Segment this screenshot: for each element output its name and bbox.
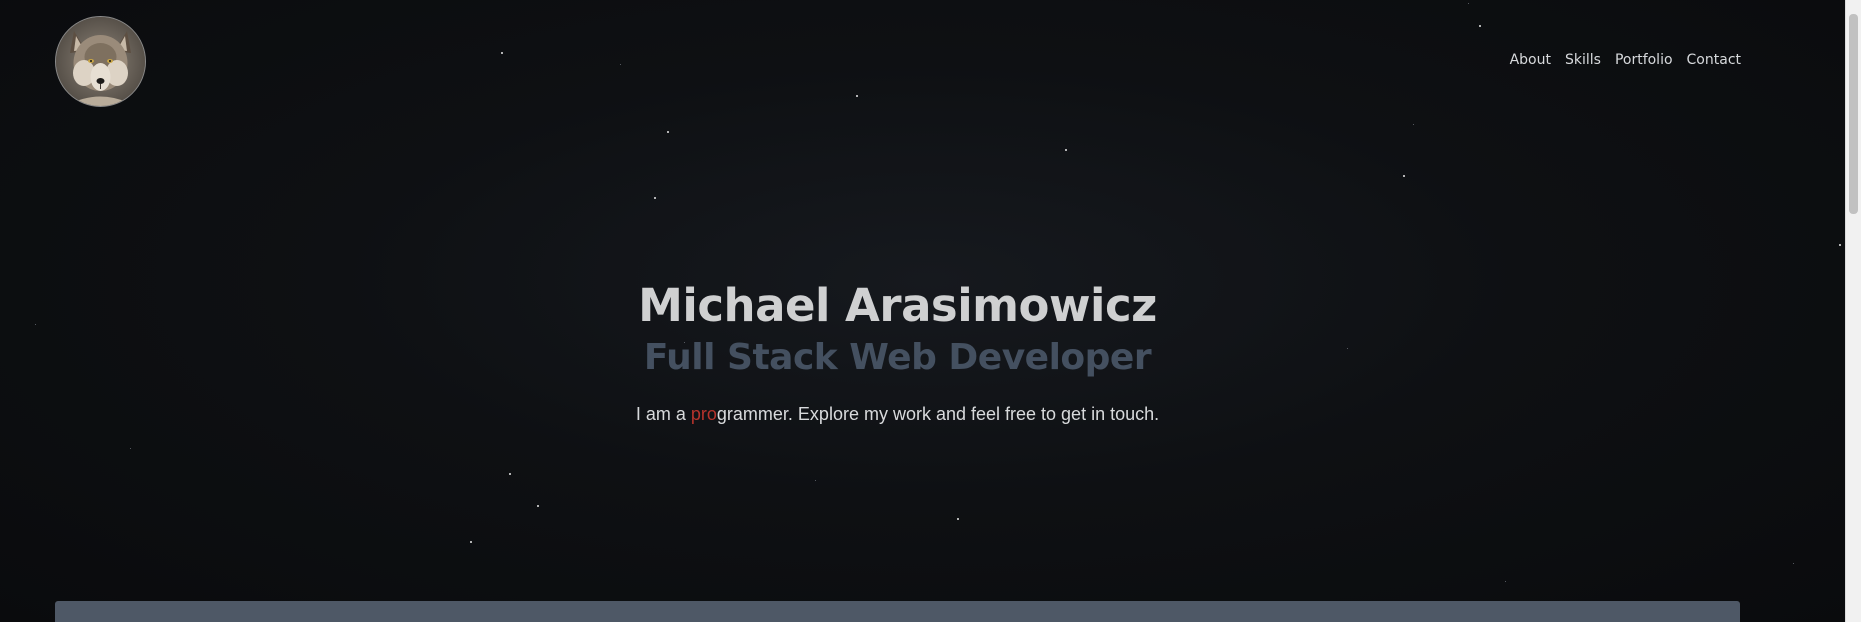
star xyxy=(667,131,669,133)
nav-link-about[interactable]: About xyxy=(1510,52,1551,68)
hero-name: Michael Arasimowicz xyxy=(638,279,1157,332)
tagline-rest: grammer. Explore my work and feel free t… xyxy=(716,404,1160,424)
star xyxy=(1413,124,1414,125)
star xyxy=(654,197,656,199)
page-scrollbar[interactable] xyxy=(1845,0,1861,622)
main-nav: About Skills Portfolio Contact xyxy=(1510,52,1741,68)
star xyxy=(957,518,959,520)
about-section-panel xyxy=(55,601,1740,622)
page: About Skills Portfolio Contact Michael A… xyxy=(0,0,1861,622)
nav-link-skills[interactable]: Skills xyxy=(1565,52,1601,68)
star xyxy=(815,480,816,481)
star xyxy=(620,64,621,65)
nav-link-portfolio[interactable]: Portfolio xyxy=(1615,52,1673,68)
nav-link-contact[interactable]: Contact xyxy=(1687,52,1741,68)
hero-tagline: I am a programmer. Explore my work and f… xyxy=(0,404,1795,425)
star xyxy=(1793,563,1794,564)
star xyxy=(856,95,858,97)
wolf-portrait-image xyxy=(56,17,145,106)
tagline-prefix: I am a xyxy=(635,404,691,424)
hero-title: Full Stack Web Developer xyxy=(643,337,1152,378)
star xyxy=(1065,149,1067,151)
scrollbar-thumb[interactable] xyxy=(1849,14,1858,214)
star xyxy=(1479,25,1481,27)
star xyxy=(1505,581,1506,582)
star xyxy=(1403,175,1405,177)
star xyxy=(1468,3,1469,4)
avatar[interactable] xyxy=(55,16,146,107)
star xyxy=(501,52,503,54)
star xyxy=(537,505,539,507)
tagline-typed-text: pro xyxy=(690,404,717,424)
star xyxy=(470,541,472,543)
hero-section: Michael Arasimowicz Full Stack Web Devel… xyxy=(0,280,1795,425)
star xyxy=(509,473,511,475)
star xyxy=(130,448,131,449)
star xyxy=(1839,244,1841,246)
